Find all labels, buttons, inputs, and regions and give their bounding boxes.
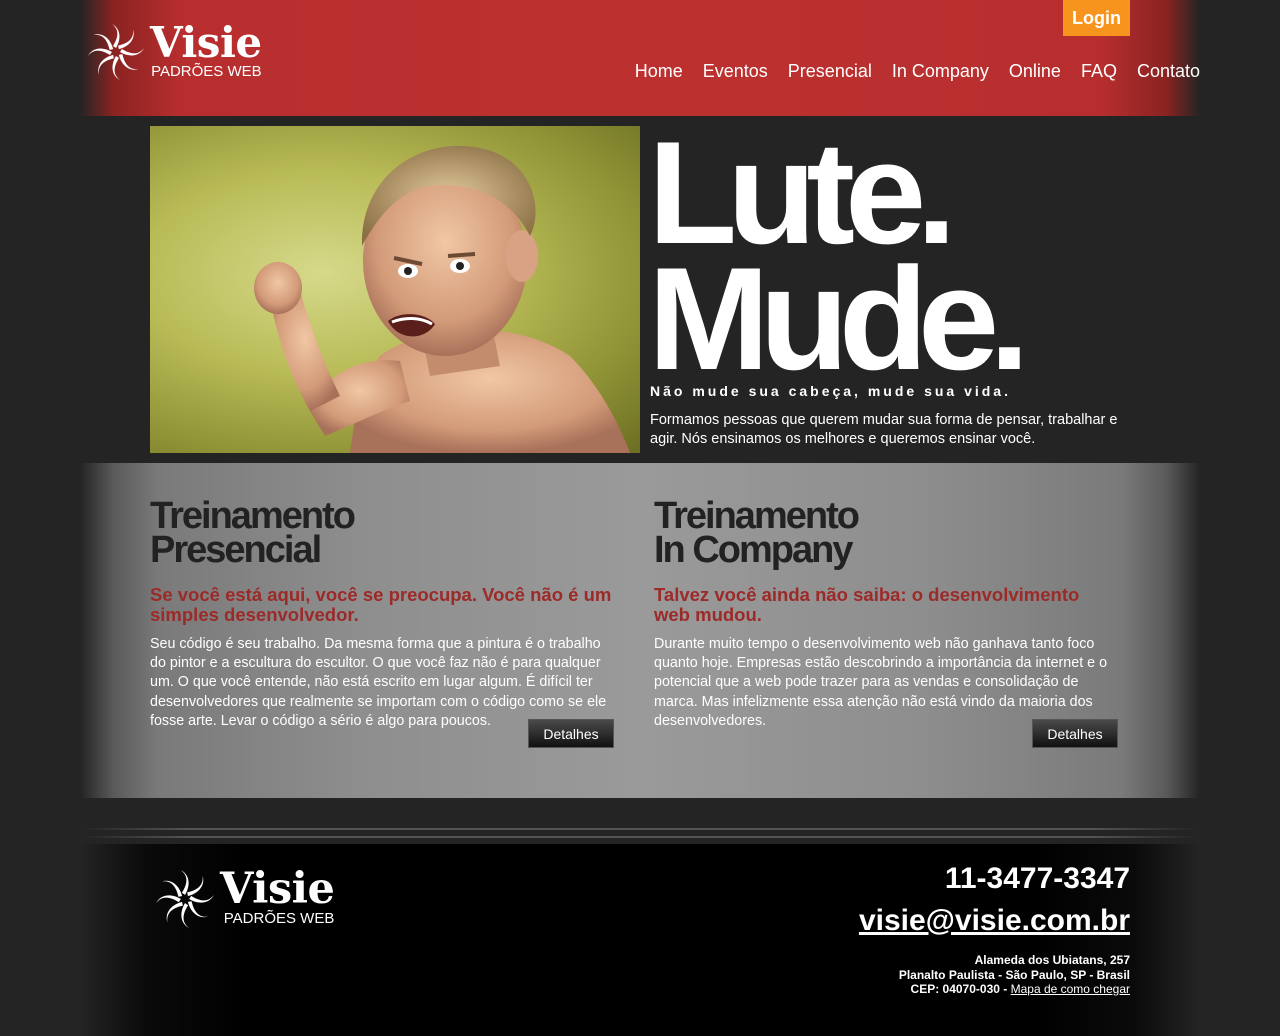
training-presencial: Treinamento Presencial Se você está aqui… (150, 495, 616, 731)
nav-faq[interactable]: FAQ (1071, 59, 1127, 83)
address-line: CEP: 04070-030 - Mapa de como chegar (899, 982, 1130, 997)
pinwheel-logo-icon (88, 24, 144, 80)
address-line: Alameda dos Ubiatans, 257 (974, 953, 1130, 967)
map-link[interactable]: Mapa de como chegar (1011, 982, 1130, 996)
training-subtitle: Se você está aqui, você se preocupa. Voc… (150, 584, 612, 625)
nav-home[interactable]: Home (625, 59, 693, 83)
hero-image (150, 126, 640, 453)
hero-description: Formamos pessoas que querem mudar sua fo… (650, 412, 1118, 447)
training-subtitle: Talvez você ainda não saiba: o desenvolv… (654, 584, 1080, 625)
hero-headline-line2: Mude. (648, 236, 1030, 400)
training-title: Treinamento Presencial (150, 495, 616, 571)
footer-divider (80, 828, 1200, 830)
nav-eventos[interactable]: Eventos (693, 59, 778, 83)
visie-logo[interactable]: Visie PADRÕES WEB (86, 22, 262, 82)
training-title-line2: In Company (654, 529, 853, 571)
address-line: Planalto Paulista - São Paulo, SP - Bras… (898, 967, 1130, 982)
address-block: Alameda dos Ubiatans, 257 Planalto Pauli… (899, 953, 1130, 997)
phone-number: 11-3477-3347 (944, 862, 1130, 895)
nav-in-company[interactable]: In Company (882, 59, 999, 83)
logo-subtitle-text: PADRÕES WEB (151, 63, 262, 80)
hero-headline: Lute. Mude. (648, 120, 1030, 400)
training-title-line2: Presencial (150, 529, 322, 571)
email-link[interactable]: visie@visie.com.br (859, 904, 1130, 938)
training-title: Treinamento In Company (654, 495, 1120, 571)
training-body: Seu código é seu trabalho. Da mesma form… (150, 636, 607, 729)
footer-divider (80, 836, 1200, 838)
footer-logo-brand-text: Visie (220, 864, 335, 914)
detalhes-in-company-button[interactable]: Detalhes (1032, 719, 1118, 748)
pinwheel-logo-icon (156, 870, 214, 928)
boy-flexing-illustration (254, 145, 630, 453)
logo-brand-text: Visie (150, 18, 262, 67)
login-button[interactable]: Login (1063, 0, 1130, 36)
footer-logo-subtitle-text: PADRÕES WEB (223, 910, 335, 927)
detalhes-presencial-button[interactable]: Detalhes (528, 719, 614, 748)
cep-text: CEP: 04070-030 - (910, 982, 1011, 996)
nav-presencial[interactable]: Presencial (778, 59, 882, 83)
training-in-company: Treinamento In Company Talvez você ainda… (654, 495, 1120, 731)
footer-visie-logo[interactable]: Visie PADRÕES WEB (154, 864, 335, 930)
main-nav: Home Eventos Presencial In Company Onlin… (625, 59, 1200, 83)
training-title-line1: Treinamento (150, 495, 356, 537)
nav-contato[interactable]: Contato (1127, 59, 1200, 83)
hero-tagline: Não mude sua cabeça, mude sua vida. (650, 383, 1011, 399)
training-body: Durante muito tempo o desenvolvimento we… (654, 636, 1108, 729)
nav-online[interactable]: Online (999, 59, 1071, 83)
training-title-line1: Treinamento (654, 495, 860, 537)
